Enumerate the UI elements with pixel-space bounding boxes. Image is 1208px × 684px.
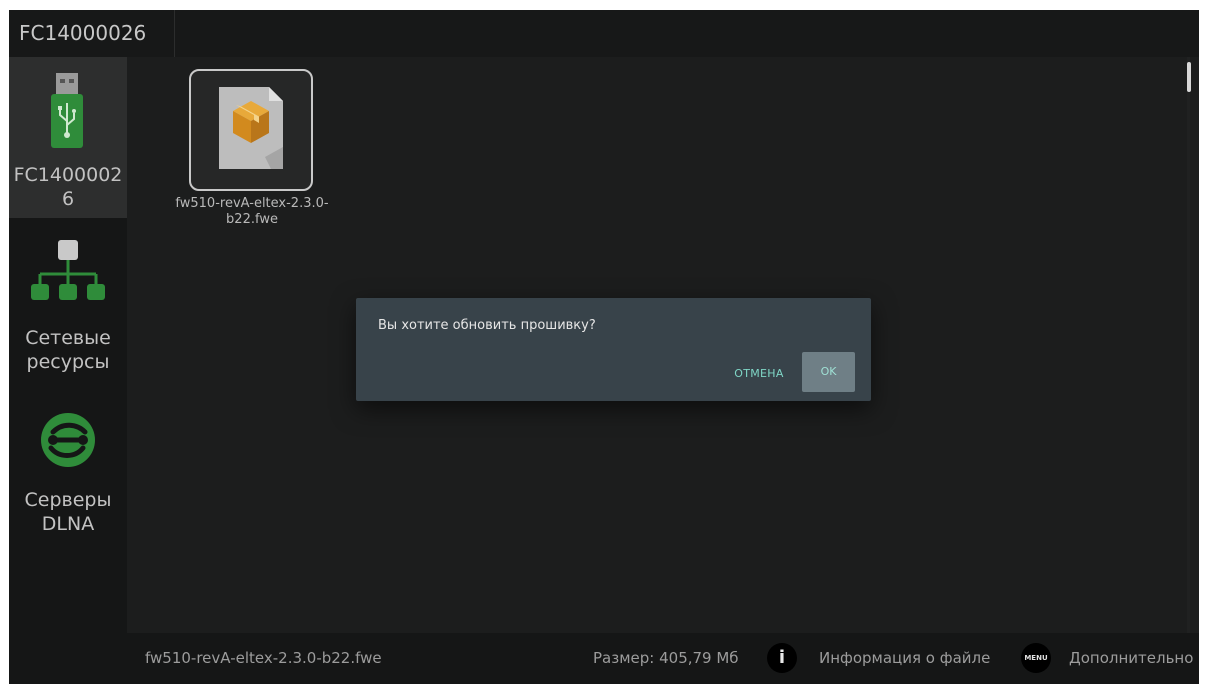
- scrollbar-track[interactable]: [1187, 57, 1190, 633]
- sidebar-item-label: FC1400002: [13, 164, 123, 186]
- screen: FC14000026 FC1400002 6 Сетевые ресурсы С…: [9, 10, 1199, 684]
- tab-device[interactable]: FC14000026: [9, 10, 175, 57]
- file-tile[interactable]: [189, 69, 313, 191]
- menu-icon[interactable]: MENU: [1021, 643, 1051, 673]
- sidebar-item-label: 6: [61, 188, 75, 210]
- dialog-message: Вы хотите обновить прошивку?: [378, 318, 596, 333]
- file-name-label: fw510-revA-eltex-2.3.0- b22.fwe: [152, 196, 352, 228]
- sidebar-item-label: Сетевые: [25, 327, 111, 349]
- sidebar-item-usb[interactable]: FC1400002 6: [9, 57, 127, 218]
- ok-button[interactable]: OK: [802, 352, 855, 392]
- scrollbar-thumb[interactable]: [1187, 62, 1191, 92]
- cancel-button[interactable]: ОТМЕНА: [726, 362, 792, 386]
- sidebar-item-label: Серверы: [24, 489, 112, 511]
- file-name-line: b22.fwe: [226, 212, 278, 227]
- sidebar: FC1400002 6 Сетевые ресурсы Серверы DLNA: [9, 57, 127, 684]
- dlna-icon: [41, 413, 95, 467]
- sidebar-item-network[interactable]: Сетевые ресурсы: [9, 218, 127, 388]
- file-name-line: fw510-revA-eltex-2.3.0-: [175, 196, 329, 211]
- file-info-label[interactable]: Информация о файле: [819, 649, 990, 667]
- info-icon[interactable]: i: [767, 643, 797, 673]
- file-size: Размер: 405,79 Мб: [593, 649, 739, 667]
- usb-drive-icon: [51, 73, 83, 148]
- more-options-label[interactable]: Дополнительно: [1069, 649, 1193, 667]
- bottom-bar: fw510-revA-eltex-2.3.0-b22.fwe Размер: 4…: [127, 633, 1199, 684]
- sidebar-item-dlna[interactable]: Серверы DLNA: [9, 388, 127, 548]
- confirm-dialog: Вы хотите обновить прошивку? ОТМЕНА OK: [356, 298, 871, 401]
- package-file-icon: [219, 87, 283, 169]
- selected-file-name: fw510-revA-eltex-2.3.0-b22.fwe: [145, 649, 382, 667]
- top-bar: FC14000026: [9, 10, 1199, 57]
- network-tree-icon: [31, 240, 105, 300]
- sidebar-item-label: DLNA: [41, 513, 95, 535]
- sidebar-item-label: ресурсы: [26, 351, 110, 373]
